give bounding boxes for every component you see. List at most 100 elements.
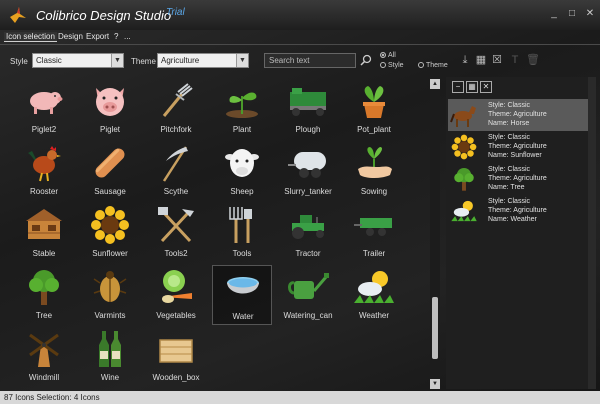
icon-cell-watering-can[interactable]: Watering_can xyxy=(278,265,338,325)
text-icon[interactable]: T xyxy=(508,53,522,67)
chevron-down-icon[interactable]: ▼ xyxy=(236,54,248,67)
tractor-icon xyxy=(278,203,338,247)
chevron-down-icon[interactable]: ▼ xyxy=(111,54,123,67)
status-bar: 87 Icons Selection: 4 Icons xyxy=(0,391,600,404)
icon-cell-plant[interactable]: Plant xyxy=(212,79,272,139)
theme-select[interactable]: Agriculture ▼ xyxy=(157,53,249,68)
trailer-icon xyxy=(344,203,404,247)
icon-cell-stable[interactable]: Stable xyxy=(14,203,74,263)
scroll-down-icon[interactable]: ▼ xyxy=(430,379,440,389)
icon-cell-windmill[interactable]: Windmill xyxy=(14,327,74,387)
selection-item[interactable]: Style: Classic Theme: Agriculture Name: Ho… xyxy=(448,99,590,131)
wine-icon xyxy=(80,327,140,371)
theme-select-value: Agriculture xyxy=(161,56,200,65)
icon-cell-slurry-tanker[interactable]: Slurry_tanker xyxy=(278,141,338,201)
icon-cell-weather[interactable]: Weather xyxy=(344,265,404,325)
search-placeholder: Search text xyxy=(269,56,310,65)
search-icon[interactable] xyxy=(360,54,372,66)
icon-cell-rooster[interactable]: Rooster xyxy=(14,141,74,201)
menu-divider xyxy=(0,44,600,45)
selection-item[interactable]: Style: Classic Theme: Agriculture Name: Su… xyxy=(448,131,590,163)
icon-cell-tools2[interactable]: Tools2 xyxy=(146,203,206,263)
minimize-button[interactable]: _ xyxy=(548,8,560,20)
trash-icon[interactable]: 🗑 xyxy=(526,53,540,67)
icon-label: Plant xyxy=(232,125,252,134)
icon-label: Watering_can xyxy=(283,311,333,320)
icon-label: Piglet xyxy=(99,125,120,134)
windmill-icon xyxy=(14,327,74,371)
grid-scrollbar[interactable]: ▲ ▼ xyxy=(430,79,440,389)
icon-cell-varmints[interactable]: Varmints xyxy=(80,265,140,325)
icon-label: Weather xyxy=(358,311,390,320)
menu-help[interactable]: ? xyxy=(114,32,118,41)
selection-panel: − ▦ ✕ Style: Classic Theme: Agriculture Name… xyxy=(446,77,596,389)
app-window: Colibrico Design Studio Trial _ □ ✕ Icon… xyxy=(0,0,600,404)
menu-more[interactable]: ... xyxy=(124,32,131,41)
style-select[interactable]: Classic ▼ xyxy=(32,53,124,68)
selection-item-details: Style: Classic Theme: Agriculture Name: Su… xyxy=(488,134,547,159)
title-bar: Colibrico Design Studio Trial _ □ ✕ xyxy=(0,0,600,30)
icon-cell-tractor[interactable]: Tractor xyxy=(278,203,338,263)
icon-cell-water[interactable]: Water xyxy=(212,265,272,325)
icon-label: Pitchfork xyxy=(160,125,192,134)
icon-cell-sheep[interactable]: Sheep xyxy=(212,141,272,201)
maximize-button[interactable]: □ xyxy=(566,8,578,20)
icon-cell-piglet[interactable]: Piglet xyxy=(80,79,140,139)
watering-can-icon xyxy=(278,265,338,309)
icon-cell-wooden-box[interactable]: Wooden_box xyxy=(146,327,206,387)
style-label: Style xyxy=(10,57,28,66)
menu-export[interactable]: Export xyxy=(86,32,109,41)
close-button[interactable]: ✕ xyxy=(584,8,596,20)
radio-dot xyxy=(380,62,386,69)
icon-cell-piglet2[interactable]: Piglet2 xyxy=(14,79,74,139)
menu-icon-selection[interactable]: Icon selection xyxy=(4,32,57,42)
icon-cell-tree[interactable]: Tree xyxy=(14,265,74,325)
rooster-icon xyxy=(14,141,74,185)
scroll-up-icon[interactable]: ▲ xyxy=(430,79,440,89)
icon-cell-vegetables[interactable]: Vegetables xyxy=(146,265,206,325)
icon-cell-sausage[interactable]: Sausage xyxy=(80,141,140,201)
menu-design[interactable]: Design xyxy=(58,32,83,41)
icon-label: Varmints xyxy=(94,311,126,320)
clear-icon[interactable]: ✕ xyxy=(480,81,492,93)
radio-dot xyxy=(418,62,424,69)
sheep-icon xyxy=(212,141,272,185)
radio-theme[interactable]: Theme xyxy=(418,62,448,69)
clear-icon[interactable]: ☒ xyxy=(490,53,504,67)
plant-icon xyxy=(212,79,272,123)
icon-label: Sowing xyxy=(360,187,388,196)
scroll-thumb[interactable] xyxy=(432,297,438,359)
search-input[interactable]: Search text xyxy=(264,53,356,68)
icon-cell-pitchfork[interactable]: Pitchfork xyxy=(146,79,206,139)
style-select-value: Classic xyxy=(36,56,62,65)
radio-all[interactable]: All xyxy=(380,52,396,59)
tree-icon xyxy=(14,265,74,309)
grid-icon[interactable]: ▦ xyxy=(474,53,488,67)
remove-icon[interactable]: − xyxy=(452,81,464,93)
icon-label: Vegetables xyxy=(156,311,196,320)
icon-label: Sunflower xyxy=(92,249,128,258)
icon-cell-wine[interactable]: Wine xyxy=(80,327,140,387)
icon-cell-sunflower[interactable]: Sunflower xyxy=(80,203,140,263)
selection-scrollbar[interactable] xyxy=(588,77,596,389)
tools2-icon xyxy=(146,203,206,247)
icon-cell-pot-plant[interactable]: Pot_plant xyxy=(344,79,404,139)
export-icon[interactable]: ⤓ xyxy=(458,53,472,67)
pig-face-icon xyxy=(80,79,140,123)
icon-label: Sheep xyxy=(230,187,254,196)
icon-label: Scythe xyxy=(163,187,189,196)
icon-cell-plough[interactable]: Plough xyxy=(278,79,338,139)
icon-cell-scythe[interactable]: Scythe xyxy=(146,141,206,201)
app-title: Colibrico Design Studio xyxy=(36,8,172,23)
icon-cell-tools[interactable]: Tools xyxy=(212,203,272,263)
selection-item[interactable]: Style: Classic Theme: Agriculture Name: We… xyxy=(448,195,590,227)
radio-style[interactable]: Style xyxy=(380,62,404,69)
weather-icon xyxy=(450,197,478,225)
icon-cell-sowing[interactable]: Sowing xyxy=(344,141,404,201)
sowing-icon xyxy=(344,141,404,185)
icon-cell-trailer[interactable]: Trailer xyxy=(344,203,404,263)
selection-item[interactable]: Style: Classic Theme: Agriculture Name: Tr… xyxy=(448,163,590,195)
grid-icon[interactable]: ▦ xyxy=(466,81,478,93)
radio-dot xyxy=(380,52,386,59)
horse-icon xyxy=(450,101,478,129)
